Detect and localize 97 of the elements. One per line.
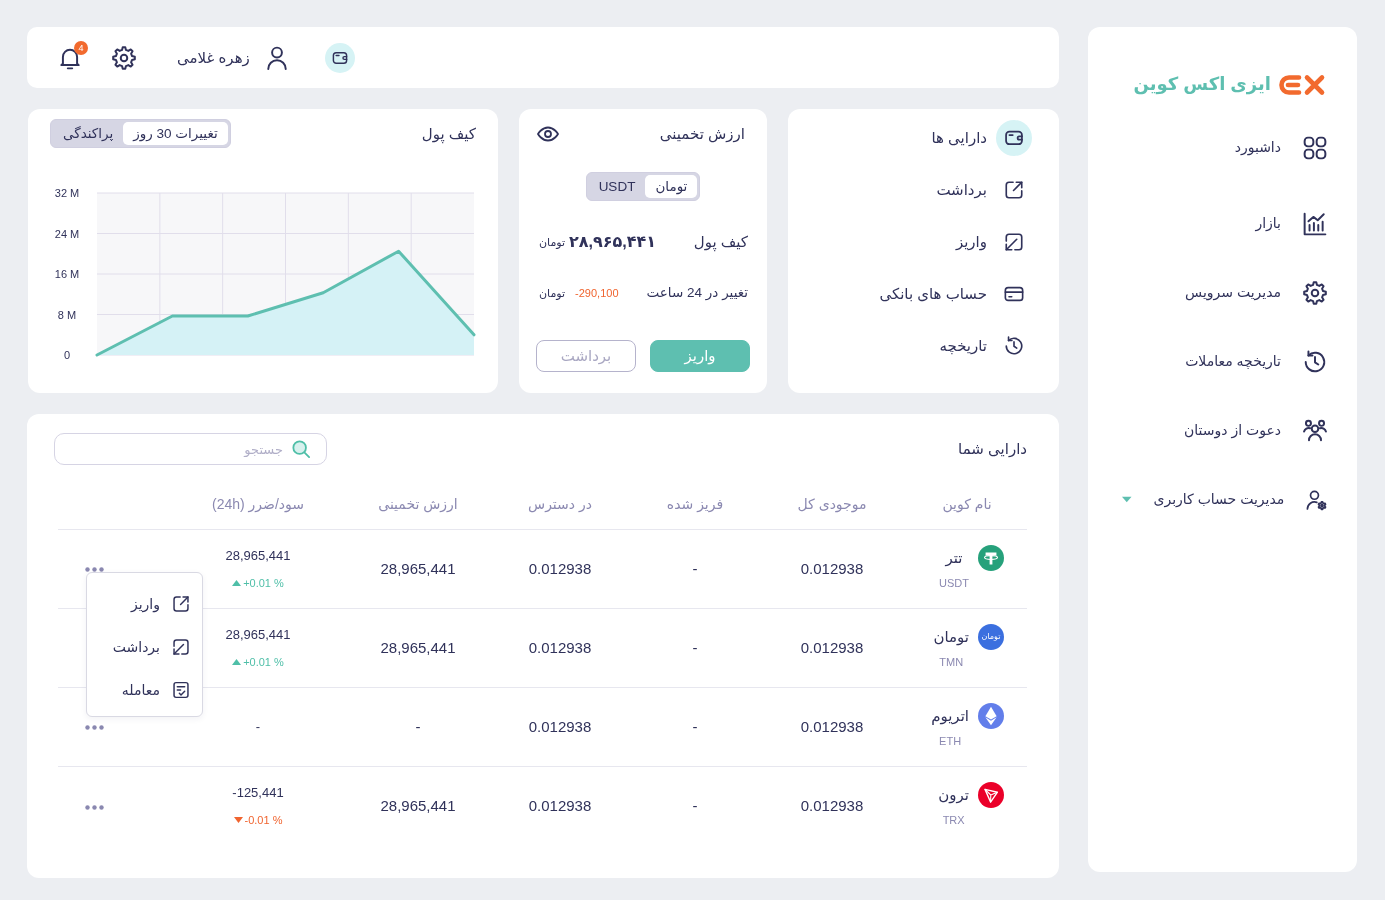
total-balance: 0.012938 (800, 638, 864, 656)
column-header: سود/ضرر (24h) (211, 496, 304, 513)
search-icon (292, 440, 310, 458)
history-icon (1004, 336, 1024, 356)
change-percent: +0.01 % (243, 655, 284, 669)
currency-unit: تومان (539, 234, 566, 250)
notification-count: 4 (74, 40, 88, 55)
y-axis-label: 32 M (54, 187, 80, 199)
sidebar-item[interactable]: مدیریت حساب کاربری (1118, 465, 1327, 534)
menu-item[interactable]: واریز (97, 582, 190, 626)
y-axis-label: 24 M (54, 227, 80, 240)
change-label: تغییر در 24 ساعت (646, 284, 748, 302)
more-icon[interactable] (85, 567, 104, 573)
card-title: دارایی شما (958, 439, 1027, 459)
menu-item[interactable]: برداشت (808, 164, 1032, 216)
user-settings-icon (1306, 487, 1327, 512)
estimated-value: 28,965,441 (380, 638, 456, 656)
user-icon[interactable] (265, 45, 288, 70)
logo-icon (1279, 73, 1327, 97)
frozen-amount: - (692, 797, 698, 814)
users-icon (1303, 418, 1327, 443)
coin-symbol: ETH (939, 733, 962, 748)
external-link-icon (172, 595, 190, 613)
available-amount: 0.012938 (528, 717, 592, 735)
coin-symbol: USDT (939, 575, 969, 590)
change-amount: -290,100 (575, 285, 619, 301)
card-icon (1004, 284, 1024, 304)
change-percent: +0.01 % (243, 576, 284, 590)
sidebar-item[interactable]: مدیریت سرویس (1118, 258, 1327, 327)
menu-item[interactable]: دارایی ها (808, 112, 1032, 164)
more-icon[interactable] (85, 804, 104, 810)
checklist-icon (172, 681, 190, 699)
column-header: در دسترس (528, 496, 592, 513)
column-header: ارزش تخمینی (378, 496, 458, 513)
logo-text: ایزی اکس کوین (1133, 73, 1271, 97)
settings-icon (1303, 280, 1327, 305)
sidebar-item[interactable]: بازار (1118, 189, 1327, 258)
frozen-amount: - (692, 559, 698, 577)
available-amount: 0.012938 (528, 559, 592, 577)
card-title: ارزش تخمینی (659, 124, 745, 144)
estimated-value: - (415, 717, 421, 735)
estimated-value: 28,965,441 (380, 797, 456, 814)
arrow-in-icon (1004, 232, 1024, 252)
frozen-amount: - (692, 638, 698, 656)
wallet-icon (996, 120, 1032, 156)
frozen-amount: - (692, 717, 698, 735)
y-axis-label: 0 (63, 349, 71, 361)
change-percent: -0.01 % (244, 813, 283, 827)
coin-icon: تومان (978, 623, 1004, 650)
coin-symbol: TMN (939, 654, 964, 669)
column-header: فریز شده (666, 496, 724, 513)
available-amount: 0.012938 (528, 638, 592, 656)
menu-item[interactable]: تاریخچه (808, 320, 1032, 372)
sidebar-item[interactable]: دعوت از دوستان (1118, 396, 1327, 465)
external-link-icon (1004, 180, 1024, 200)
coin-symbol: TRX (942, 812, 965, 827)
grid-icon (1303, 135, 1327, 160)
wallet-amount: ۲۸,۹۶۵,۴۴۱ (569, 231, 657, 252)
sidebar-item[interactable]: داشبورد (1118, 113, 1327, 182)
search-field[interactable]: جستجو (54, 433, 327, 465)
y-axis-label: 8 M (57, 308, 77, 321)
profit-amount: 28,965,441 (224, 626, 292, 643)
estimated-value: 28,965,441 (380, 559, 456, 577)
profit-amount: 28,965,441 (224, 547, 292, 564)
wallet-icon[interactable] (324, 42, 355, 73)
bar-chart-icon (1303, 211, 1327, 236)
sidebar-item[interactable]: تاریخچه معاملات (1118, 327, 1327, 396)
total-balance: 0.012938 (800, 797, 864, 814)
coin-name: تومان (933, 626, 969, 647)
column-header: موجودی کل (797, 496, 867, 513)
card-title: کیف پول (421, 123, 476, 144)
coin-name: تتر (945, 547, 963, 568)
coin-name: ترون (938, 784, 969, 805)
history-icon (1303, 349, 1327, 374)
profit-amount: - (254, 718, 262, 735)
menu-item[interactable]: برداشت (97, 625, 190, 669)
segment-tab[interactable]: پراکندگی (53, 122, 124, 145)
segment-tab[interactable]: تومان (645, 175, 698, 198)
profit-amount: -125,441 (231, 784, 285, 801)
total-balance: 0.012938 (800, 559, 864, 577)
segment-tab[interactable]: USDT (588, 175, 646, 198)
more-icon[interactable] (85, 725, 104, 731)
available-amount: 0.012938 (528, 797, 592, 814)
wallet-label: کیف پول (693, 232, 748, 252)
y-axis-label: 16 M (54, 268, 80, 280)
caret-icon (1122, 496, 1132, 503)
arrow-in-icon (172, 638, 190, 656)
menu-item[interactable]: معامله (97, 668, 190, 712)
total-balance: 0.012938 (800, 717, 864, 735)
menu-item[interactable]: واریز (808, 216, 1032, 268)
currency-unit: تومان (539, 285, 566, 301)
segment-tab[interactable]: تغییرات 30 روز (123, 122, 228, 145)
column-header: نام کوین (942, 496, 992, 513)
settings-icon[interactable] (112, 45, 136, 70)
user-name: زهره غلامی (177, 47, 250, 68)
menu-item[interactable]: حساب های بانکی (808, 268, 1032, 320)
coin-name: اتریوم (931, 705, 969, 726)
